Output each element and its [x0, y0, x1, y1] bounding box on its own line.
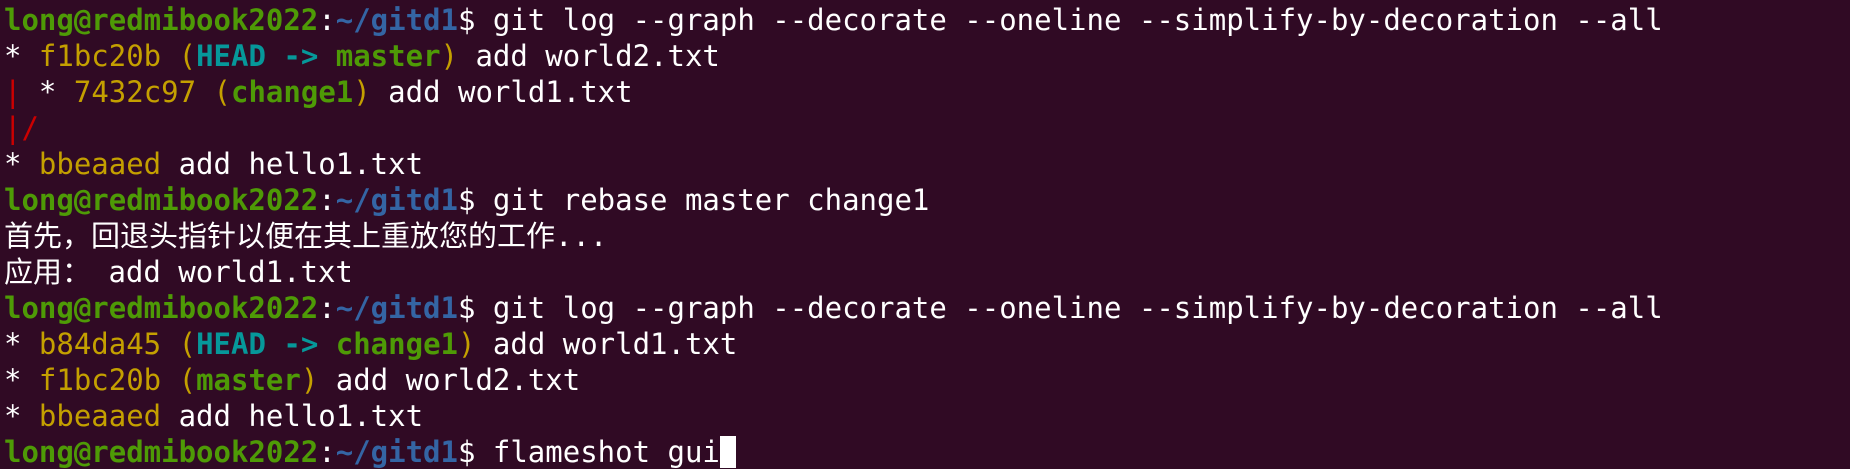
log-text: *	[4, 363, 39, 397]
prompt-user-host: long@redmibook2022	[4, 3, 319, 37]
branch-ref: master	[196, 363, 301, 397]
commit-hash: )	[353, 75, 371, 109]
log-text: add hello1.txt	[161, 399, 424, 433]
prompt-line: long@redmibook2022:~/gitd1$ git log --gr…	[4, 290, 1850, 326]
commit-hash: )	[300, 363, 319, 397]
prompt-path: ~/gitd1	[335, 291, 458, 325]
commit-hash: (	[178, 363, 197, 397]
command-text: git rebase master change1	[492, 183, 930, 217]
log-text: *	[4, 399, 39, 433]
commit-hash: 7432c97	[73, 75, 214, 109]
commit-hash: (	[178, 327, 197, 361]
log-text: *	[4, 327, 39, 361]
commit-hash: (	[213, 75, 232, 109]
output-text: 应用： add world1.txt	[4, 255, 353, 289]
prompt-path: ~/gitd1	[335, 3, 458, 37]
output-line: * b84da45 (HEAD -> change1) add world1.t…	[4, 326, 1850, 362]
output-line: * bbeaaed add hello1.txt	[4, 146, 1850, 182]
prompt-colon: :	[318, 3, 336, 37]
commit-hash: bbeaaed	[38, 399, 162, 433]
commit-hash: )	[440, 39, 458, 73]
output-text: 首先，回退头指针以便在其上重放您的工作...	[4, 219, 608, 253]
prompt-path: ~/gitd1	[335, 435, 458, 469]
commit-hash: f1bc20b	[38, 363, 179, 397]
prompt-colon: :	[318, 435, 336, 469]
log-text: add world1.txt	[370, 75, 633, 109]
prompt-colon: :	[318, 183, 336, 217]
text-cursor	[719, 436, 736, 468]
branch-ref: change1	[335, 327, 458, 361]
log-text: add world2.txt	[318, 363, 581, 397]
prompt-user-host: long@redmibook2022	[4, 435, 319, 469]
terminal-window[interactable]: long@redmibook2022:~/gitd1$ git log --gr…	[0, 0, 1850, 469]
prompt-line: long@redmibook2022:~/gitd1$ git rebase m…	[4, 182, 1850, 218]
command-input[interactable]: flameshot gui	[493, 435, 720, 469]
head-ref: HEAD ->	[196, 39, 336, 73]
commit-hash: bbeaaed	[38, 147, 162, 181]
prompt-colon: :	[318, 291, 336, 325]
prompt-symbol: $	[457, 291, 493, 325]
graph-edge: |/	[4, 111, 39, 145]
command-text: git log --graph --decorate --oneline --s…	[492, 3, 1663, 37]
prompt-line: long@redmibook2022:~/gitd1$ flameshot gu…	[4, 434, 1850, 469]
commit-hash: f1bc20b	[38, 39, 179, 73]
branch-ref: master	[335, 39, 441, 73]
output-line: * f1bc20b (master) add world2.txt	[4, 362, 1850, 398]
prompt-line: long@redmibook2022:~/gitd1$ git log --gr…	[4, 2, 1850, 38]
log-text: add world2.txt	[458, 39, 720, 73]
prompt-path: ~/gitd1	[335, 183, 458, 217]
commit-hash: )	[457, 327, 476, 361]
log-text: add hello1.txt	[161, 147, 424, 181]
log-text: *	[4, 147, 39, 181]
commit-hash: (	[178, 39, 197, 73]
log-text: *	[4, 39, 39, 73]
prompt-symbol: $	[457, 435, 493, 469]
command-text: git log --graph --decorate --oneline --s…	[492, 291, 1663, 325]
output-line: 首先，回退头指针以便在其上重放您的工作...	[4, 218, 1850, 254]
output-line: | * 7432c97 (change1) add world1.txt	[4, 74, 1850, 110]
prompt-symbol: $	[457, 3, 493, 37]
output-line: * f1bc20b (HEAD -> master) add world2.tx…	[4, 38, 1850, 74]
prompt-user-host: long@redmibook2022	[4, 183, 319, 217]
branch-ref: change1	[231, 75, 354, 109]
log-text: *	[21, 75, 74, 109]
log-text: add world1.txt	[475, 327, 738, 361]
commit-hash: b84da45	[38, 327, 179, 361]
output-line: |/	[4, 110, 1850, 146]
head-ref: HEAD ->	[196, 327, 336, 361]
prompt-symbol: $	[457, 183, 493, 217]
output-line: * bbeaaed add hello1.txt	[4, 398, 1850, 434]
output-line: 应用： add world1.txt	[4, 254, 1850, 290]
graph-edge: |	[4, 75, 22, 109]
prompt-user-host: long@redmibook2022	[4, 291, 319, 325]
